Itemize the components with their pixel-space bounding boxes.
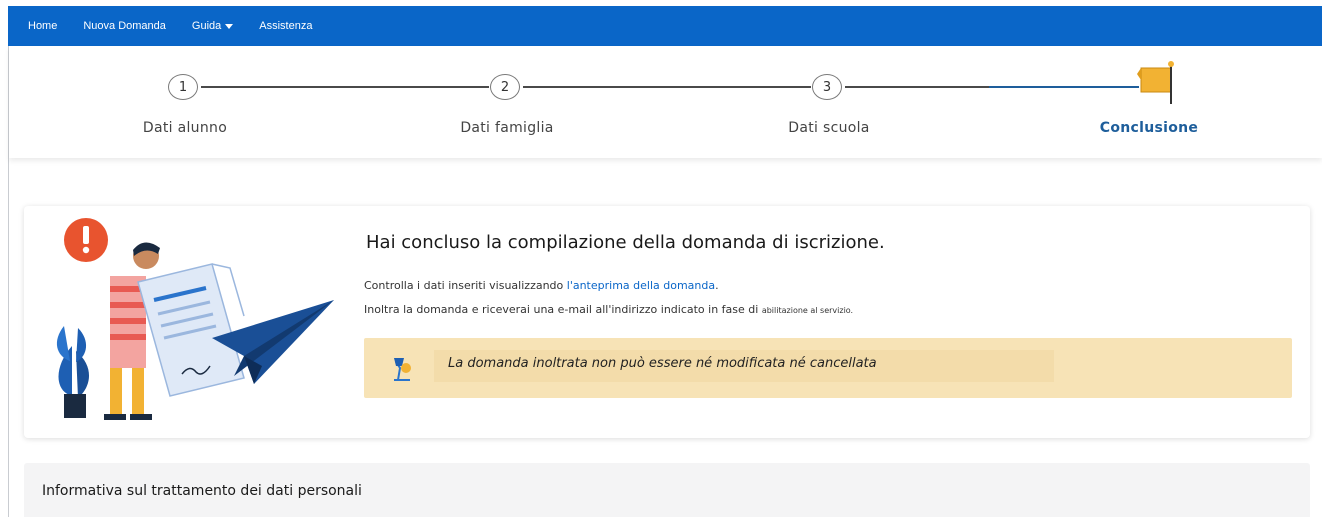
step-connector-1-2 <box>201 86 489 88</box>
step-4-label: Conclusione <box>1099 120 1199 136</box>
submit-instruction-small: abilitazione al servizio. <box>761 306 854 315</box>
conclusion-title: Hai concluso la compilazione della doman… <box>366 232 885 253</box>
submission-illustration <box>56 218 334 420</box>
step-2-circle: 2 <box>490 74 520 100</box>
nav-nuova-domanda[interactable]: Nuova Domanda <box>83 20 166 32</box>
step-2-label: Dati famiglia <box>460 120 554 136</box>
privacy-info-title: Informativa sul trattamento dei dati per… <box>42 483 362 499</box>
step-1-label: Dati alunno <box>142 120 228 136</box>
preview-instruction-text: Controlla i dati inseriti visualizzando <box>364 279 567 292</box>
warning-box: La domanda inoltrata non può essere né m… <box>364 338 1292 398</box>
step-connector-3-4 <box>845 86 989 88</box>
nav-home[interactable]: Home <box>28 20 57 32</box>
step-1-circle: 1 <box>168 74 198 100</box>
preview-instruction: Controlla i dati inseriti visualizzando … <box>364 279 719 292</box>
step-3-circle: 3 <box>812 74 842 100</box>
submit-instruction: Inoltra la domanda e riceverai una e-mai… <box>364 303 853 316</box>
flag-icon <box>1137 61 1174 104</box>
top-navbar: Home Nuova Domanda Guida Assistenza <box>8 6 1322 46</box>
nav-assistenza[interactable]: Assistenza <box>259 20 312 32</box>
submit-instruction-text: Inoltra la domanda e riceverai una e-mai… <box>364 303 762 316</box>
lamp-icon <box>394 358 411 381</box>
conclusion-card: Hai concluso la compilazione della doman… <box>24 206 1310 438</box>
privacy-info-panel[interactable]: Informativa sul trattamento dei dati per… <box>24 463 1310 517</box>
preview-instruction-end: . <box>715 279 719 292</box>
preview-link[interactable]: l'anteprima della domanda <box>567 279 715 292</box>
nav-guida-dropdown[interactable]: Guida <box>191 20 234 32</box>
warning-text: La domanda inoltrata non può essere né m… <box>448 356 877 371</box>
step-connector-2-3 <box>523 86 811 88</box>
step-3-label: Dati scuola <box>788 120 870 136</box>
nav-guida-label: Guida <box>191 20 222 32</box>
step-connector-active <box>989 86 1139 88</box>
progress-stepper: 1 2 3 Dati alunno Dati famiglia Dati scu… <box>9 46 1322 158</box>
caret-down-icon <box>225 23 234 29</box>
